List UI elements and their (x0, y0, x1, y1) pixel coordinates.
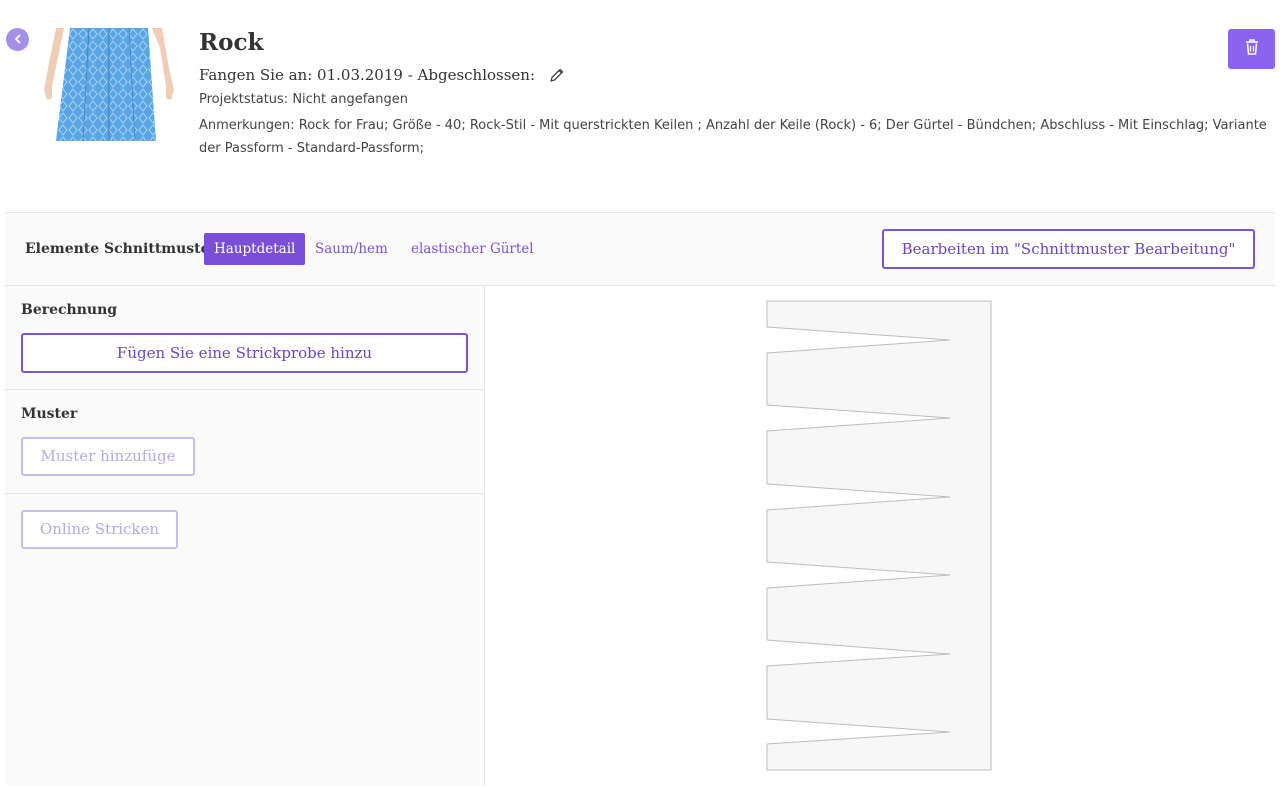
add-gauge-swatch-button[interactable]: Fügen Sie eine Strickprobe hinzu (21, 333, 468, 373)
pattern-preview-panel (485, 286, 1275, 786)
skirt-pattern-shape (766, 300, 992, 771)
pencil-icon[interactable] (549, 67, 565, 83)
back-button[interactable] (6, 28, 29, 51)
edit-in-pattern-editor-button[interactable]: Bearbeiten im "Schnittmuster Bearbeitung… (882, 229, 1255, 269)
dates-text: Fangen Sie an: 01.03.2019 - Abgeschlosse… (199, 66, 536, 84)
pattern-elements-label: Elemente Schnittmuster (25, 241, 217, 257)
delete-button[interactable] (1228, 29, 1275, 69)
pattern-piece-drawing (766, 300, 992, 771)
chevron-left-icon (12, 30, 24, 49)
skirt-thumbnail (38, 27, 178, 142)
project-title: Rock (199, 29, 264, 56)
section-divider (5, 493, 484, 494)
online-knitting-button[interactable]: Online Stricken (21, 510, 178, 549)
pattern-elements-bar: Elemente Schnittmuster Hauptdetail Saum/… (5, 213, 1275, 286)
tab-elastic-belt[interactable]: elastischer Gürtel (401, 233, 544, 265)
tab-hauptdetail[interactable]: Hauptdetail (204, 233, 306, 265)
add-pattern-button[interactable]: Muster hinzufüge (21, 437, 195, 476)
section-divider (5, 389, 484, 390)
left-panel: Berechnung Fügen Sie eine Strickprobe hi… (5, 286, 485, 786)
project-notes: Anmerkungen: Rock for Frau; Größe - 40; … (199, 118, 1267, 156)
trash-icon (1244, 38, 1260, 60)
calculation-title: Berechnung (21, 302, 118, 318)
project-status: Projektstatus: Nicht angefangen (199, 92, 408, 107)
tab-saum[interactable]: Saum/hem (305, 233, 398, 265)
pattern-title: Muster (21, 406, 78, 422)
project-dates: Fangen Sie an: 01.03.2019 - Abgeschlosse… (199, 66, 565, 84)
